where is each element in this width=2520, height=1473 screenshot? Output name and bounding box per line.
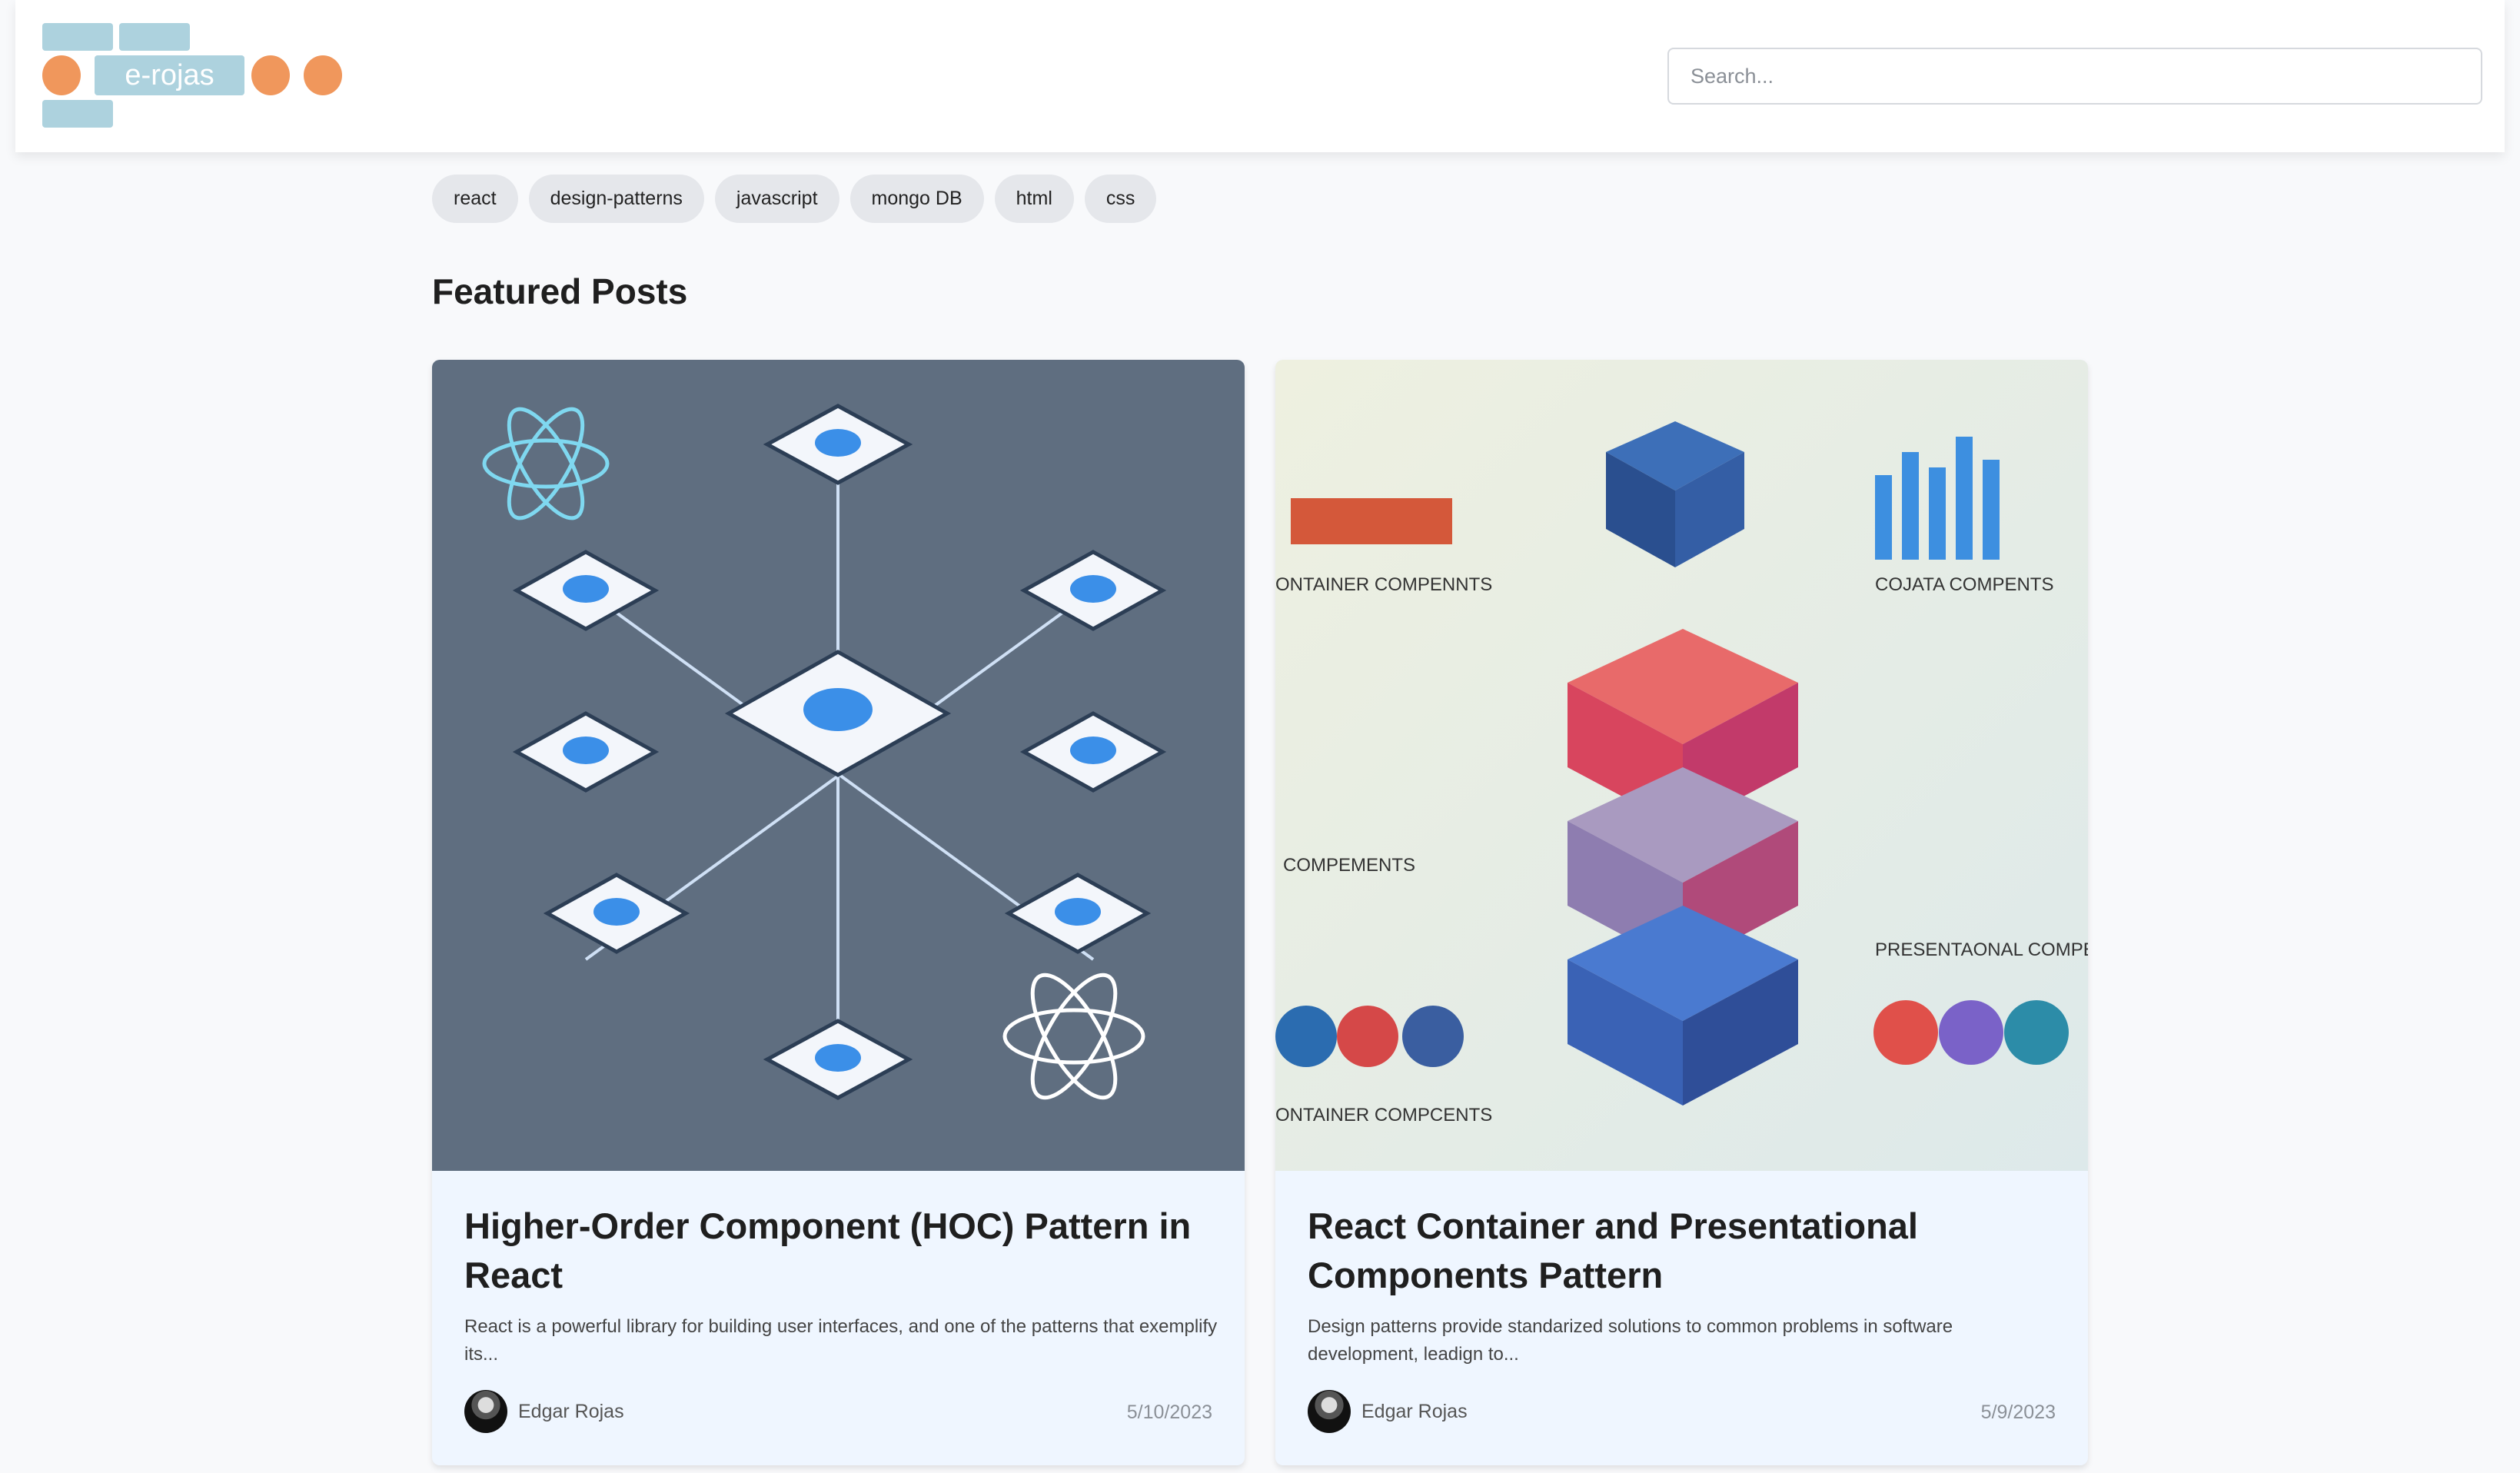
tag-html[interactable]: html bbox=[994, 175, 1074, 223]
search-input[interactable] bbox=[1667, 48, 2482, 105]
tag-mongo-db[interactable]: mongo DB bbox=[849, 175, 984, 223]
post-author: Edgar Rojas bbox=[464, 1390, 624, 1433]
post-image-container-presentational: ONTAINER COMPENNTS COJATA COMPENTS COMPE… bbox=[1275, 360, 2088, 1171]
image-label: ONTAINER COMPCENTS bbox=[1275, 1105, 1492, 1126]
post-excerpt: React is a powerful library for building… bbox=[464, 1316, 1218, 1365]
section-title: Featured Posts bbox=[432, 271, 688, 311]
site-header: e-rojas bbox=[15, 0, 2505, 152]
post-card[interactable]: ONTAINER COMPENNTS COJATA COMPENTS COMPE… bbox=[1275, 360, 2088, 1465]
post-date: 5/9/2023 bbox=[1980, 1402, 2056, 1423]
post-title[interactable]: Higher-Order Component (HOC) Pattern in … bbox=[464, 1202, 1202, 1300]
image-label: COMPEMENTS bbox=[1283, 855, 1415, 876]
tag-react[interactable]: react bbox=[432, 175, 518, 223]
post-date: 5/10/2023 bbox=[1126, 1402, 1212, 1423]
tag-design-patterns[interactable]: design-patterns bbox=[528, 175, 704, 223]
post-image-hoc bbox=[432, 360, 1245, 1171]
logo[interactable]: e-rojas bbox=[42, 23, 357, 131]
post-excerpt: Design patterns provide standarized solu… bbox=[1308, 1316, 1953, 1365]
logo-text: e-rojas bbox=[95, 55, 244, 95]
author-name: Edgar Rojas bbox=[1361, 1400, 1468, 1422]
tag-css[interactable]: css bbox=[1084, 175, 1157, 223]
post-title[interactable]: React Container and Presentational Compo… bbox=[1308, 1202, 2046, 1300]
avatar bbox=[464, 1390, 507, 1433]
image-label: ONTAINER COMPENNTS bbox=[1275, 574, 1492, 595]
post-author: Edgar Rojas bbox=[1308, 1390, 1468, 1433]
image-label: PRESENTAONAL COMPEMENTS bbox=[1875, 939, 2088, 960]
post-card[interactable]: Higher-Order Component (HOC) Pattern in … bbox=[432, 360, 1245, 1465]
tag-javascript[interactable]: javascript bbox=[714, 175, 839, 223]
tag-list: react design-patterns javascript mongo D… bbox=[432, 175, 1157, 223]
author-name: Edgar Rojas bbox=[518, 1400, 624, 1422]
image-label: COJATA COMPENTS bbox=[1875, 574, 2053, 595]
avatar bbox=[1308, 1390, 1351, 1433]
